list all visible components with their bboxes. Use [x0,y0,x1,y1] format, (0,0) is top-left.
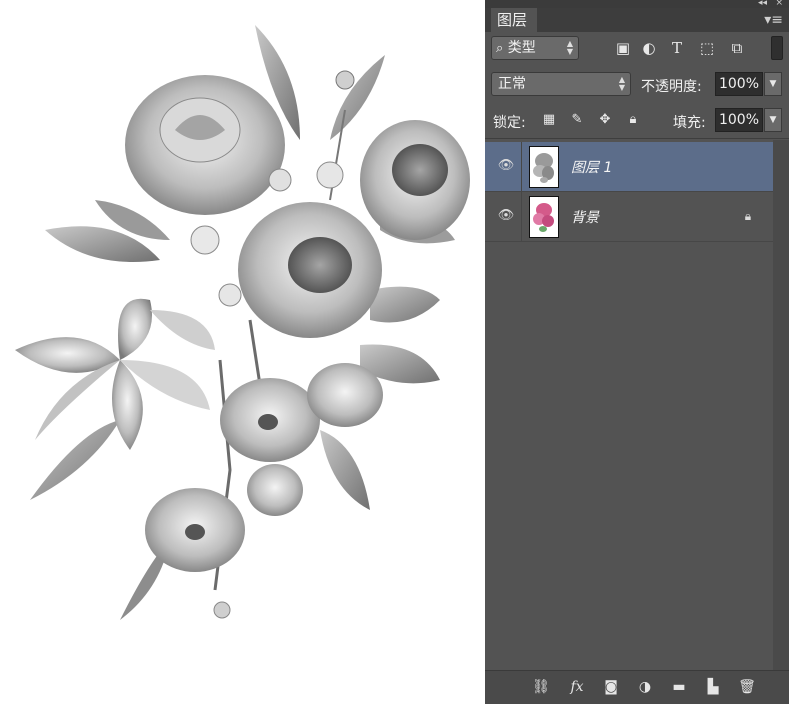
color-thumbnail-image [533,203,554,232]
tab-layers[interactable]: 图层 [491,8,537,32]
layer-mask-icon[interactable]: ◙ [601,678,621,696]
group-folder-icon[interactable]: ▬ [669,678,689,696]
opacity-input[interactable]: 100% [715,72,763,96]
blend-mode-dropdown[interactable]: 正常 ▲ ▼ [491,72,631,96]
panel-title-strip [485,0,789,8]
visibility-eye-icon[interactable]: 👁︎ [497,158,515,174]
blend-row: 正常 ▲ ▼ 不透明度: 100% ▼ [485,70,789,100]
dropdown-arrows-icon: ▲ ▼ [566,39,573,56]
adjustment-filter-icon[interactable]: ◐ [639,38,659,58]
layer-lock-icon: 🔒︎ [744,209,752,223]
layer-thumbnail [529,196,559,238]
lock-image-pixels-icon[interactable]: ✎ [569,112,585,128]
separator [485,138,789,139]
grayscale-thumbnail-image [533,153,554,183]
collapse-panel-icon[interactable]: ◂◂ [758,0,767,8]
image-filter-icon[interactable]: ▣ [613,38,633,58]
layer-name[interactable]: 背景 [571,207,599,227]
fill-input[interactable]: 100% [715,108,763,132]
type-filter-icon[interactable]: T [667,38,687,58]
visibility-eye-icon[interactable]: 👁︎ [497,208,515,224]
lock-transparent-pixels-icon[interactable]: ▦ [541,112,557,128]
layers-bottom-bar: ⛓︎ fx ◙ ◑ ▬ ▙ 🗑︎ [485,670,789,704]
divider [521,192,522,242]
smart-object-filter-icon[interactable]: ⧉ [727,38,747,58]
shape-filter-icon[interactable]: ⬚ [697,38,717,58]
layers-panel: ◂◂ × 图层 ▾≡ ⌕ 类型 ▲ ▼ ▣ ◐ T ⬚ ⧉ 正常 ▲ ▼ 不透明度:… [485,0,789,704]
layer-row-background[interactable]: 👁︎ 背景 🔒︎ [485,192,773,242]
lock-all-icon[interactable]: 🔒︎ [625,112,641,128]
document-canvas[interactable] [0,0,485,703]
link-layers-icon[interactable]: ⛓︎ [531,678,551,696]
layer-row-layer1[interactable]: 👁︎ 图层 1 [485,142,773,192]
layer-name[interactable]: 图层 1 [571,157,612,177]
opacity-slider-arrow[interactable]: ▼ [764,72,782,96]
filter-row: ⌕ 类型 ▲ ▼ ▣ ◐ T ⬚ ⧉ [485,34,789,64]
layers-scrollbar[interactable] [773,140,789,670]
layers-list: 👁︎ 图层 1 👁︎ 背景 🔒︎ [485,140,789,670]
opacity-label: 不透明度: [641,79,702,95]
filter-kind-value: 类型 [507,40,536,56]
lock-row: 锁定: ▦ ✎ ✥ 🔒︎ 填充: 100% ▼ [485,106,789,136]
trash-icon[interactable]: 🗑︎ [737,678,757,696]
new-layer-icon[interactable]: ▙ [703,678,723,696]
lock-position-icon[interactable]: ✥ [597,112,613,128]
lock-label: 锁定: [493,115,526,131]
panel-tab-bar: 图层 ▾≡ [485,8,789,32]
divider [521,142,522,192]
fx-icon[interactable]: fx [567,678,587,696]
filter-kind-dropdown[interactable]: ⌕ 类型 ▲ ▼ [491,36,579,60]
adjustment-layer-icon[interactable]: ◑ [635,678,655,696]
search-icon: ⌕ [496,41,504,56]
blend-mode-value: 正常 [498,76,526,92]
panel-menu-icon[interactable]: ▾≡ [764,12,783,28]
close-panel-icon[interactable]: × [775,0,783,8]
fill-label: 填充: [673,115,706,131]
fill-slider-arrow[interactable]: ▼ [764,108,782,132]
filter-toggle[interactable] [771,36,783,60]
layer-thumbnail [529,146,559,188]
dropdown-arrows-icon: ▲ ▼ [618,75,625,92]
flower-bouquet-image [15,25,470,620]
